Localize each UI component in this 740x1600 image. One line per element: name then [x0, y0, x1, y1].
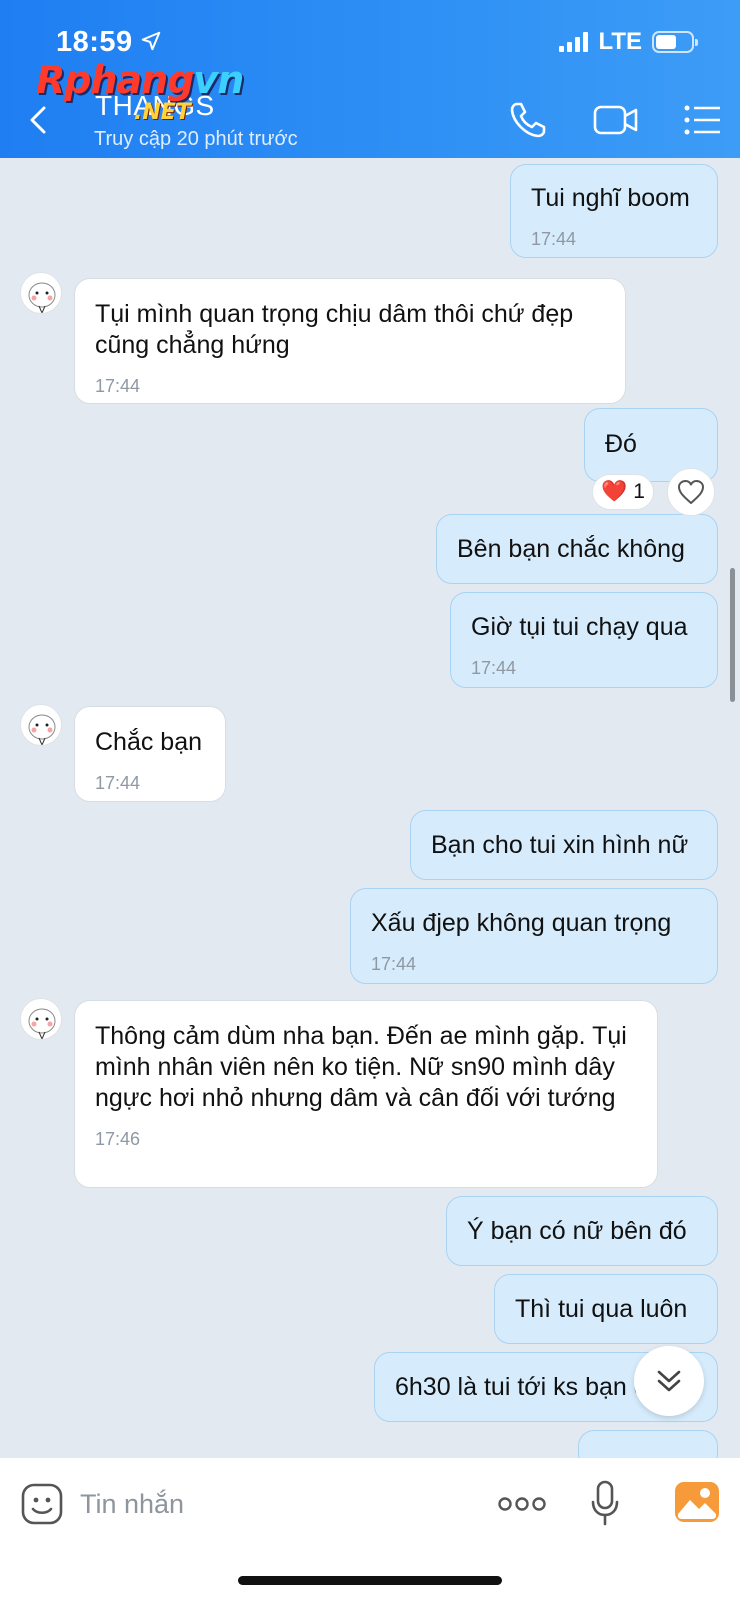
sticker-avatar-icon: [28, 282, 56, 313]
sticker-avatar-icon: [28, 1008, 56, 1039]
avatar[interactable]: [20, 998, 62, 1040]
last-seen-status: Truy cập 20 phút trước: [94, 128, 298, 150]
message-bubble[interactable]: Chắc bạn 17:44: [74, 706, 226, 802]
sticker-face-icon[interactable]: [20, 1482, 64, 1526]
message-bubble[interactable]: Ý bạn có nữ bên đó: [446, 1196, 718, 1266]
microphone-icon[interactable]: [590, 1480, 620, 1526]
more-dots-icon[interactable]: [498, 1494, 546, 1514]
message-bubble[interactable]: Giờ tụi tui chạy qua 17:44: [450, 592, 718, 688]
status-time: 18:59: [56, 26, 133, 58]
image-gallery-icon[interactable]: [674, 1480, 720, 1524]
network-label: LTE: [598, 28, 642, 55]
heart-reaction-icon: ❤️: [601, 480, 628, 503]
status-indicators: LTE: [559, 28, 698, 56]
avatar[interactable]: [20, 272, 62, 314]
message-input[interactable]: [80, 1476, 460, 1532]
message-bubble[interactable]: Bên bạn chắc không: [436, 514, 718, 584]
reaction-badge[interactable]: ❤️ 1: [592, 474, 654, 510]
message-list[interactable]: Tui nghĩ boom 17:44 Tụi mình quan trọng …: [0, 158, 740, 1458]
home-indicator: [238, 1576, 502, 1585]
list-menu-icon[interactable]: [683, 100, 723, 140]
watermark-logo: Rphangvn: [36, 58, 244, 102]
message-bubble[interactable]: Thông cảm dùm nha bạn. Đến ae mình gặp. …: [74, 1000, 658, 1188]
message-bubble[interactable]: Xấu đjep không quan trọng 17:44: [350, 888, 718, 984]
chevron-double-down-icon: [657, 1370, 681, 1392]
message-bubble[interactable]: Tui nghĩ boom 17:44: [510, 164, 718, 258]
phone-icon[interactable]: [508, 100, 548, 140]
battery-icon: [652, 31, 698, 53]
react-button[interactable]: [667, 468, 715, 516]
signal-icon: [559, 32, 589, 52]
sticker-avatar-icon: [28, 714, 56, 745]
message-bubble-partial[interactable]: [578, 1430, 718, 1458]
message-bubble[interactable]: Bạn cho tui xin hình nữ: [410, 810, 718, 880]
scroll-to-bottom-button[interactable]: [634, 1346, 704, 1416]
message-bubble[interactable]: Tụi mình quan trọng chịu dâm thôi chứ đẹ…: [74, 278, 626, 404]
avatar[interactable]: [20, 704, 62, 746]
scrollbar[interactable]: [730, 568, 735, 702]
watermark-logo-net: .NET: [134, 100, 191, 125]
back-chevron-icon[interactable]: [24, 100, 54, 140]
reaction-count: 1: [633, 480, 645, 503]
chat-header: 18:59 LTE THANGS Truy cập 20 phút trước …: [0, 0, 740, 158]
location-arrow-icon: [141, 31, 161, 51]
heart-icon: [678, 480, 704, 504]
video-camera-icon[interactable]: [592, 100, 640, 140]
message-bubble[interactable]: Thì tui qua luôn: [494, 1274, 718, 1344]
